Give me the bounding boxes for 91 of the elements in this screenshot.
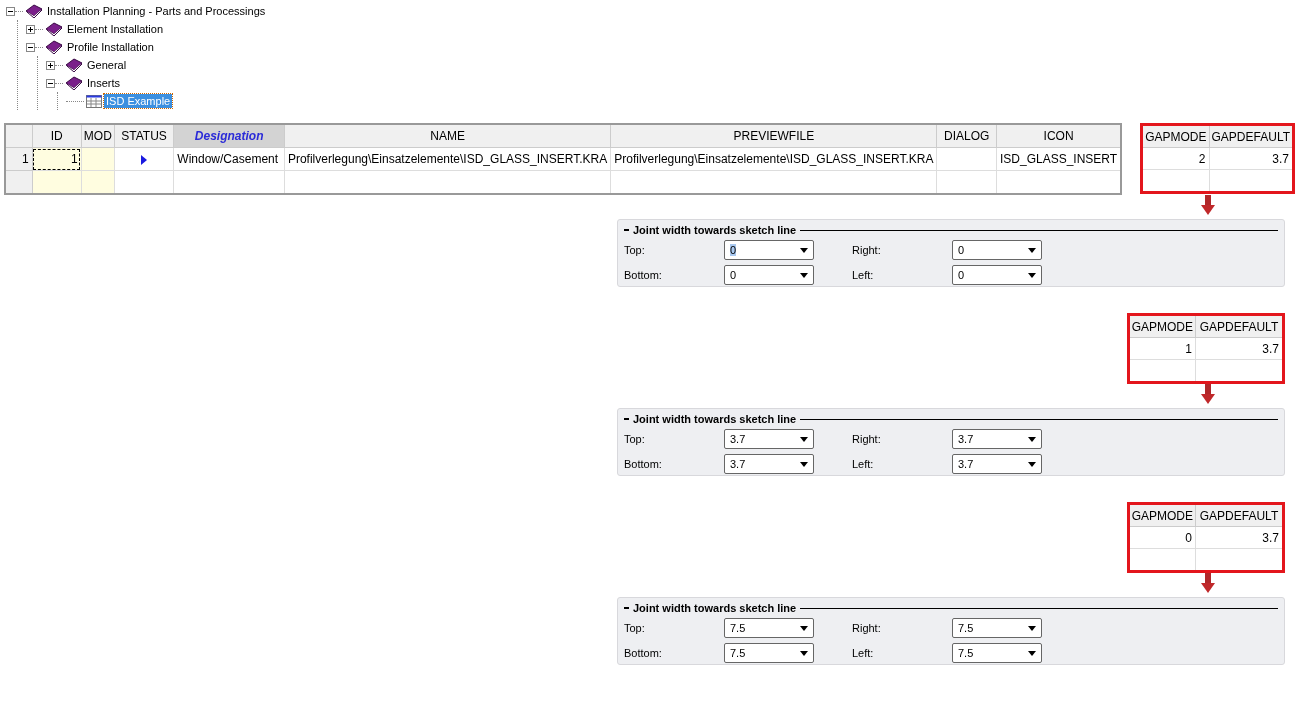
field-label: Right: [852,622,882,634]
plus-icon[interactable] [46,60,55,70]
caret-icon [1028,436,1036,442]
dropdown-field[interactable]: 7.5 [724,643,814,663]
field-label: Bottom: [624,647,663,659]
minus-icon[interactable] [26,42,35,52]
column-header[interactable]: GAPMODE [1141,124,1210,148]
column-header[interactable]: ID [32,124,82,148]
field-label: Left: [852,458,875,470]
field-label: Top: [624,622,646,634]
down-arrow-icon [1201,573,1215,593]
dropdown-field[interactable]: 3.7 [952,429,1042,449]
field-label: Top: [624,433,646,445]
field-label: Right: [852,244,882,256]
caret-icon [800,272,808,278]
field-value: 7.5 [958,647,974,659]
row-header: 1 [5,147,33,171]
field-value: 3.7 [958,458,974,470]
field-value: 0 [730,269,737,281]
dropdown-field[interactable]: 0 [952,240,1042,260]
column-header[interactable]: GAPMODE [1128,314,1196,338]
column-header[interactable]: GAPDEFAULT [1195,503,1284,527]
column-header[interactable]: ICON [996,124,1122,148]
caret-icon [1028,247,1036,253]
group-title: Joint width towards sketch line [633,413,797,425]
field-value: 3.7 [730,433,746,445]
table-icon [86,94,102,108]
dropdown-field[interactable]: 3.7 [952,454,1042,474]
caret-icon [800,625,808,631]
field-value: 3.7 [958,433,974,445]
caret-icon [1028,272,1036,278]
group-title: Joint width towards sketch line [633,224,797,236]
table-cell: Window/Casement [173,147,285,171]
column-header[interactable]: PREVIEWFILE [610,124,937,148]
plus-icon[interactable] [26,24,35,34]
field-label: Left: [852,647,875,659]
dropdown-field[interactable]: 7.5 [952,643,1042,663]
field-label: Bottom: [624,458,663,470]
table-cell: 1 [1128,337,1196,360]
caret-icon [1028,650,1036,656]
column-header[interactable]: GAPDEFAULT [1209,124,1294,148]
caret-icon [800,247,808,253]
book-icon [65,76,83,90]
field-value: 7.5 [730,622,746,634]
column-header[interactable]: MOD [81,124,115,148]
book-icon [45,22,63,36]
dropdown-field[interactable]: 7.5 [952,618,1042,638]
book-icon [45,40,63,54]
tree-item[interactable]: Profile Installation [65,40,156,54]
tree-item[interactable]: Inserts [85,76,122,90]
column-header[interactable]: Designation [173,124,285,148]
table-cell: 0 [1128,526,1196,549]
minus-icon[interactable] [46,78,55,88]
dropdown-field[interactable]: 7.5 [724,618,814,638]
field-value: 7.5 [958,622,974,634]
tree-item[interactable]: General [85,58,129,72]
field-label: Top: [624,244,646,256]
field-value: 7.5 [730,647,746,659]
caret-icon [800,650,808,656]
book-icon [25,4,43,18]
column-header[interactable]: NAME [284,124,611,148]
caret-icon [800,461,808,467]
column-header[interactable]: STATUS [114,124,174,148]
tree-item[interactable]: Element Installation [65,22,165,36]
caret-icon [1028,461,1036,467]
book-icon [65,58,83,72]
dropdown-field[interactable]: 0 [724,265,814,285]
dropdown-field[interactable]: 3.7 [724,454,814,474]
down-arrow-icon [1201,195,1215,215]
table-cell: 2 [1141,147,1210,170]
field-value: 0 [958,244,965,256]
down-arrow-icon [1201,384,1215,404]
dropdown-field[interactable]: 0 [724,240,814,260]
field-label: Right: [852,433,882,445]
field-value: 0 [958,269,965,281]
dropdown-field[interactable]: 0 [952,265,1042,285]
minus-icon[interactable] [6,6,15,16]
field-value: 3.7 [730,458,746,470]
table-cell: Profilverlegung\Einsatzelemente\ISD_GLASS_INSERT.KRA [610,147,937,171]
field-label: Left: [852,269,875,281]
field-label: Bottom: [624,269,663,281]
table-cell: Profilverlegung\Einsatzelemente\ISD_GLASS_INSERT.KRA [284,147,611,171]
field-value: 0 [730,244,737,256]
column-header[interactable]: GAPDEFAULT [1195,314,1284,338]
tree-item[interactable]: Installation Planning - Parts and Processings [45,4,268,18]
column-header[interactable]: DIALOG [936,124,997,148]
dropdown-field[interactable]: 3.7 [724,429,814,449]
caret-icon [800,436,808,442]
caret-icon [1028,625,1036,631]
column-header[interactable]: GAPMODE [1128,503,1196,527]
group-title: Joint width towards sketch line [633,602,797,614]
